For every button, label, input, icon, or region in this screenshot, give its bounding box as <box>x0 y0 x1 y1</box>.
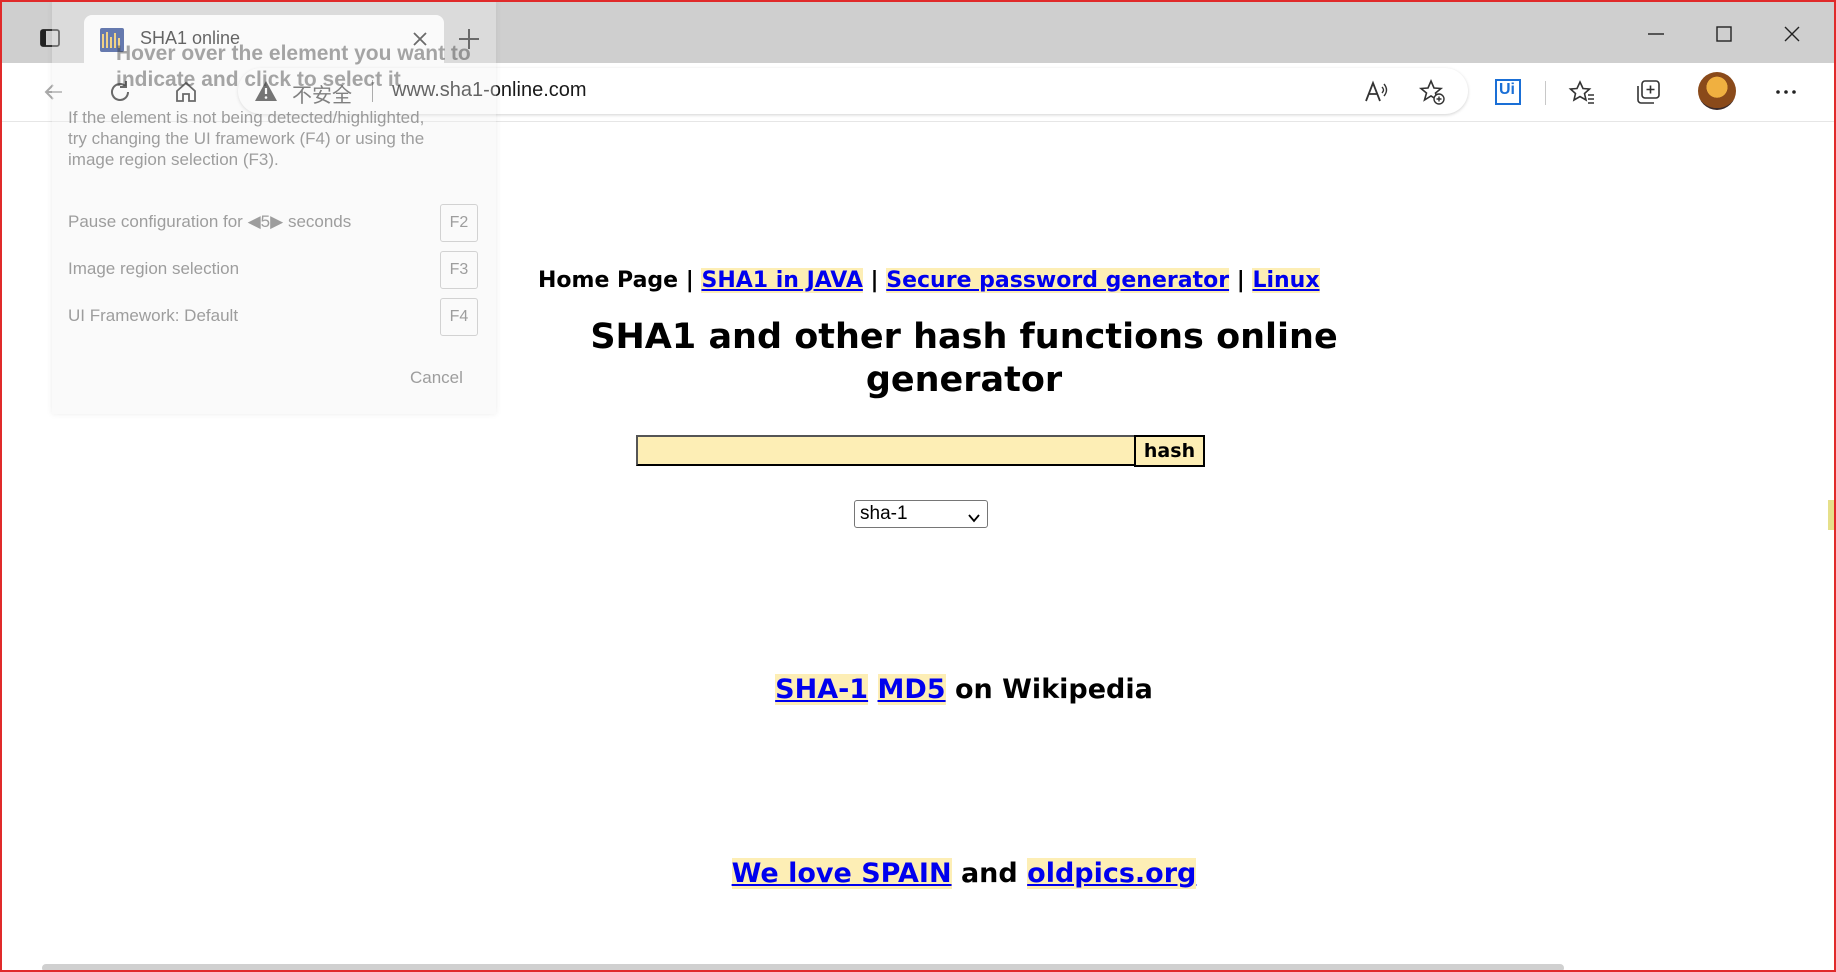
wiki-suffix: on Wikipedia <box>954 674 1153 705</box>
address-bar[interactable]: 不安全 www.sha1-online.com <box>238 68 1468 114</box>
sha1-favicon-icon <box>100 28 124 52</box>
nav-link-sha1-java[interactable]: SHA1 in JAVA <box>701 268 863 293</box>
warning-icon[interactable] <box>254 80 278 102</box>
security-label[interactable]: 不安全 <box>292 79 352 108</box>
hash-button[interactable]: hash <box>1134 435 1205 467</box>
uipath-extension-icon[interactable]: Ui <box>1494 78 1522 106</box>
horizontal-scrollbar[interactable] <box>42 964 1564 970</box>
url-text[interactable]: www.sha1-online.com <box>392 79 587 102</box>
close-tab-icon[interactable] <box>410 29 430 49</box>
close-window-icon[interactable] <box>1778 20 1806 48</box>
wiki-link-md5[interactable]: MD5 <box>877 674 946 705</box>
page-title: SHA1 and other hash functions online gen… <box>590 317 1338 400</box>
nav-link-password-generator[interactable]: Secure password generator <box>886 268 1230 293</box>
new-tab-icon[interactable] <box>456 26 482 52</box>
minimize-icon[interactable] <box>1642 20 1670 48</box>
nav-home: Home Page <box>538 268 679 293</box>
toolbar-divider <box>1545 81 1546 105</box>
wiki-link-sha1[interactable]: SHA-1 <box>775 674 869 705</box>
tab-actions-icon[interactable] <box>38 26 62 50</box>
nav-separator: | <box>1236 268 1245 293</box>
tab-strip: SHA1 online <box>2 2 1834 63</box>
tab-title: SHA1 online <box>140 28 241 48</box>
promo-link-spain[interactable]: We love SPAIN <box>731 858 952 889</box>
edge-indicator <box>1828 500 1834 530</box>
home-icon[interactable] <box>172 78 200 106</box>
tab-sha1-online[interactable]: SHA1 online <box>84 15 444 63</box>
browser-toolbar: 不安全 www.sha1-online.com Ui <box>2 63 1834 122</box>
favorites-icon[interactable] <box>1568 78 1596 106</box>
collections-icon[interactable] <box>1634 78 1662 106</box>
nav-separator: | <box>870 268 879 293</box>
site-nav: Home Page | SHA1 in JAVA | Secure passwo… <box>538 268 1320 293</box>
star-plus-icon[interactable] <box>1418 78 1446 106</box>
wikipedia-links: SHA-1 MD5 on Wikipedia <box>538 674 1390 705</box>
arrow-left-icon[interactable] <box>40 78 68 106</box>
promo-link-oldpics[interactable]: oldpics.org <box>1027 858 1197 889</box>
omnibox-divider <box>372 80 373 102</box>
maximize-icon[interactable] <box>1710 20 1738 48</box>
algorithm-select[interactable]: sha-1 <box>854 500 988 528</box>
browser-window: SHA1 online 不安全 www.sha1-online.com Ui H… <box>0 0 1836 972</box>
chevron-down-icon <box>967 507 981 523</box>
hash-text-input[interactable] <box>636 435 1138 466</box>
algorithm-selected-value: sha-1 <box>860 503 908 524</box>
nav-separator: | <box>685 268 694 293</box>
page-content: Home Page | SHA1 in JAVA | Secure passwo… <box>42 122 1826 964</box>
more-icon[interactable] <box>1772 78 1800 106</box>
promo-and: and <box>960 858 1018 889</box>
profile-avatar[interactable] <box>1698 72 1736 110</box>
read-aloud-icon[interactable] <box>1362 78 1390 106</box>
promo-links: We love SPAIN and oldpics.org <box>538 858 1390 889</box>
refresh-icon[interactable] <box>106 78 134 106</box>
nav-link-linux[interactable]: Linux <box>1252 268 1320 293</box>
extension-label: Ui <box>1499 81 1515 98</box>
